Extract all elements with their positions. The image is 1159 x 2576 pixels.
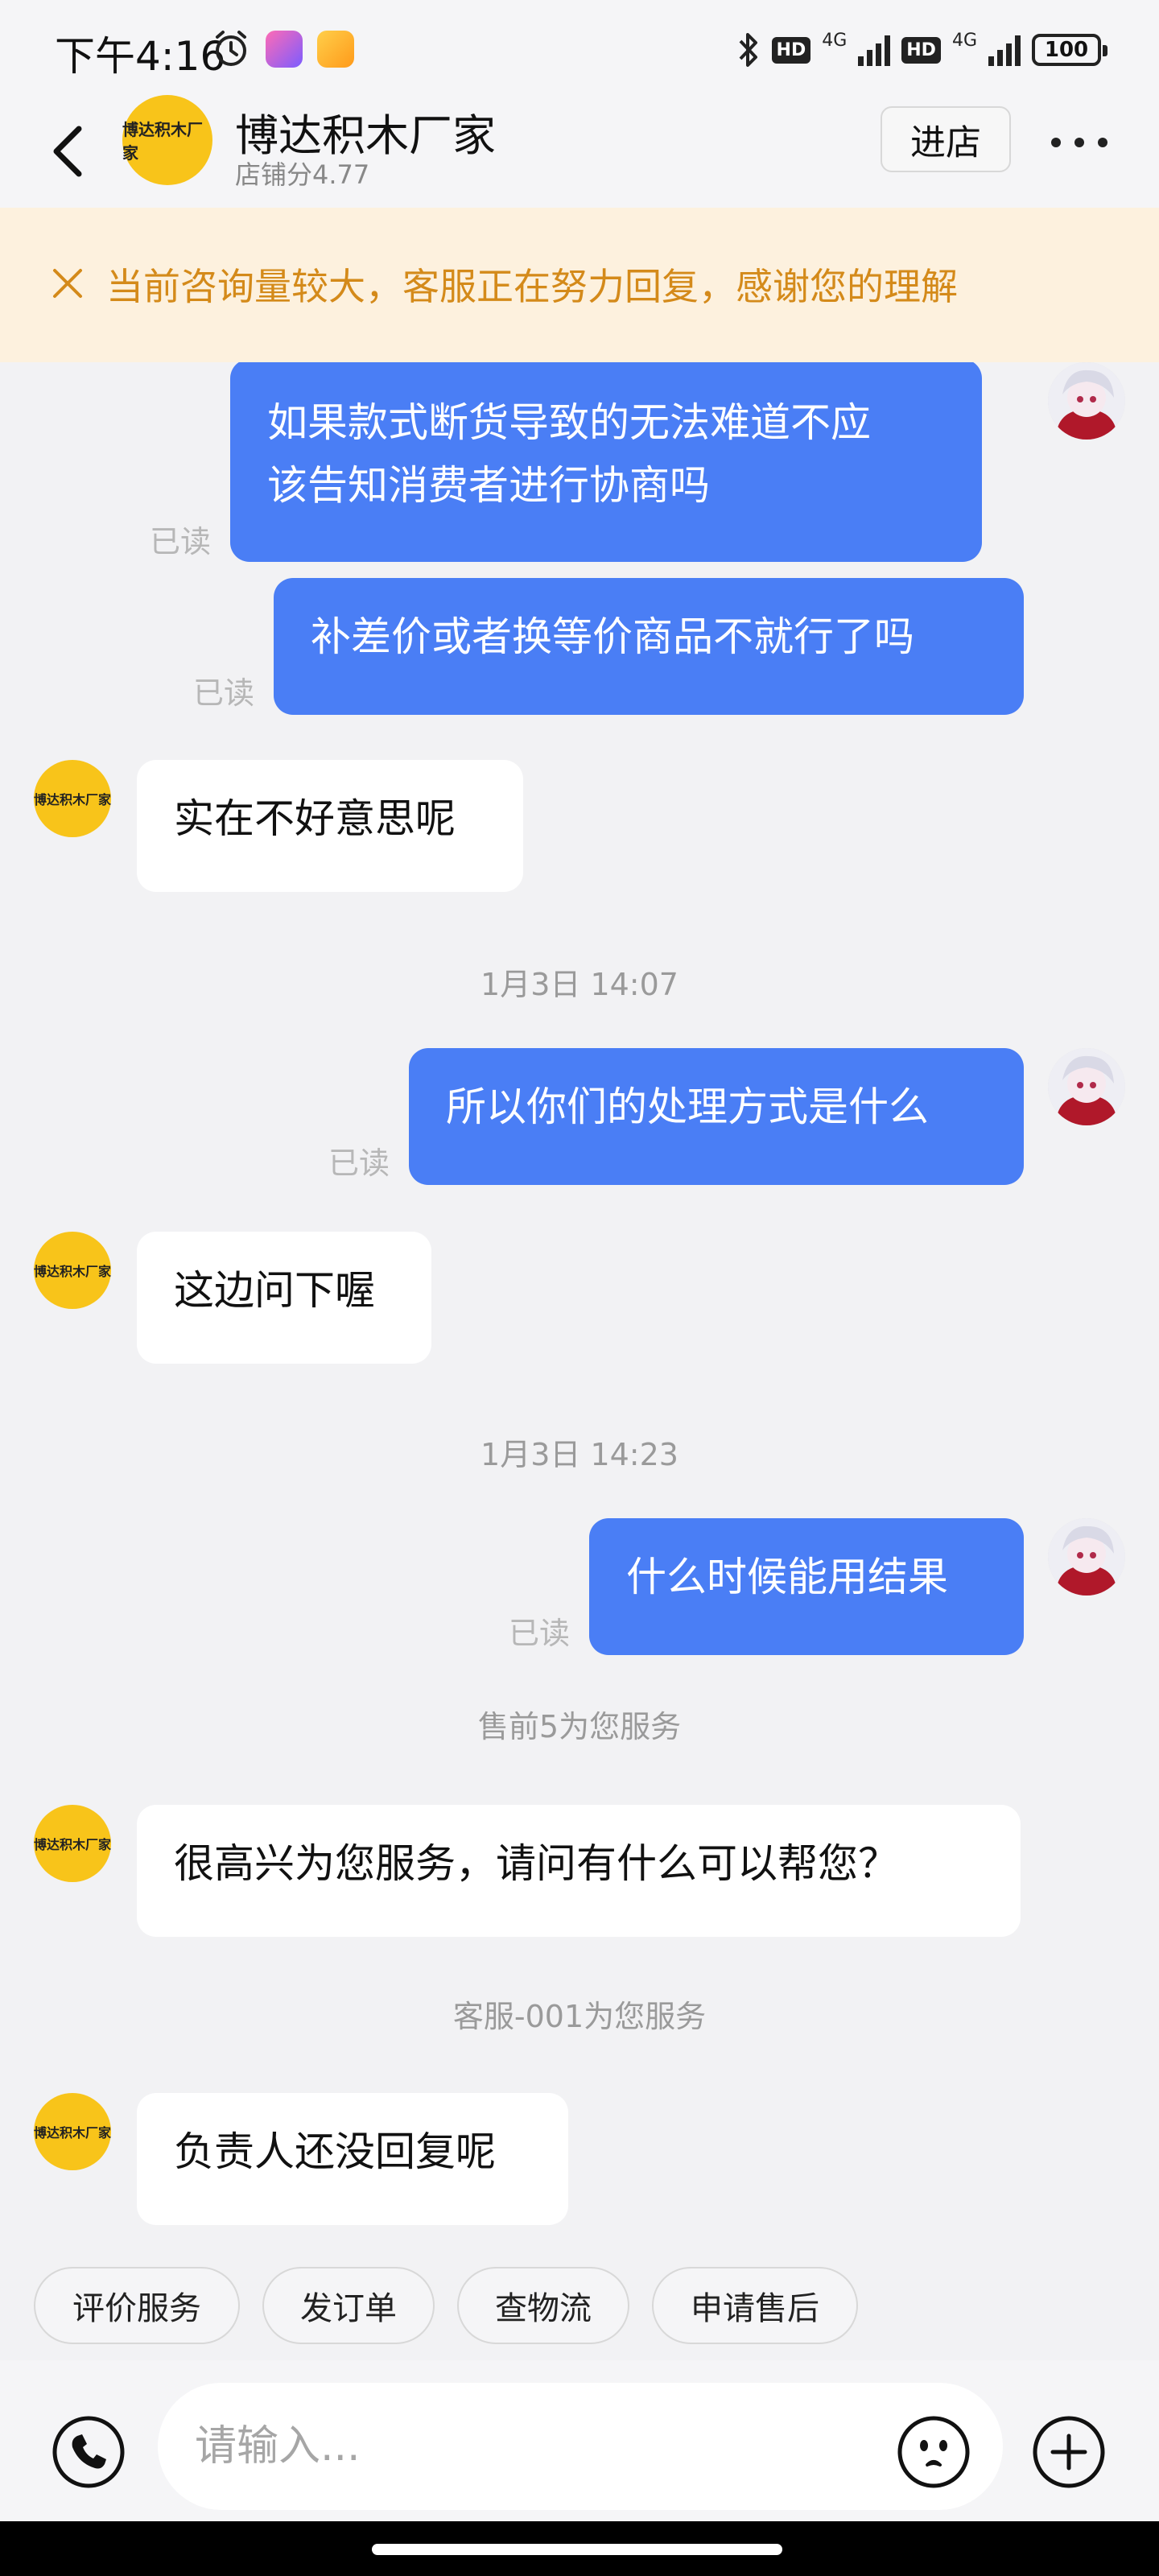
message-input-box[interactable] (158, 2383, 1003, 2510)
bluetooth-icon (739, 33, 757, 67)
message-bubble-outgoing[interactable]: 什么时候能用结果 (589, 1518, 1024, 1655)
user-avatar-image (1048, 1518, 1125, 1596)
time-divider: 1月3日 14:23 (481, 1437, 678, 1472)
back-icon[interactable] (40, 111, 97, 192)
system-nav-bar (0, 2521, 1159, 2576)
notes-app-icon (317, 31, 354, 68)
signal-icon-2 (988, 34, 1021, 66)
user-avatar[interactable] (1048, 362, 1125, 440)
signal-icon (858, 34, 891, 66)
message-list: 如果款式断货导致的无法难道不应 该告知消费者进行协商吗 已读 补差价或者换等价商… (0, 362, 1159, 2267)
message-bubble-incoming[interactable]: 实在不好意思呢 (137, 760, 523, 892)
chat-page: 下午4:16 HD 4G HD 4G 100 博达积木厂家 博达积木厂家 店铺分… (0, 0, 1159, 2576)
phone-icon[interactable] (50, 2413, 127, 2491)
read-status: 已读 (509, 1616, 571, 1651)
status-bar: 下午4:16 HD 4G HD 4G 100 (0, 0, 1159, 98)
message-line: 如果款式断货导致的无法难道不应 (267, 399, 871, 446)
shop-avatar-small[interactable]: 博达积木厂家 (34, 760, 111, 837)
read-status: 已读 (328, 1146, 390, 1181)
shop-score: 店铺分4.77 (235, 159, 370, 190)
service-tip: 售前5为您服务 (477, 1709, 682, 1744)
shop-avatar[interactable]: 博达积木厂家 (122, 95, 212, 185)
enter-shop-button[interactable]: 进店 (881, 106, 1011, 172)
quick-actions: 评价服务 发订单 查物流 申请售后 (0, 2267, 1159, 2360)
time-divider: 1月3日 14:07 (481, 967, 678, 1002)
status-time: 下午4:16 (55, 33, 226, 80)
status-right: HD 4G HD 4G 100 (736, 26, 1107, 74)
message-bubble-incoming[interactable]: 负责人还没回复呢 (137, 2093, 568, 2225)
home-indicator[interactable] (372, 2544, 782, 2555)
alarm-icon (216, 31, 246, 66)
app-notification-icon (266, 31, 303, 68)
message-line: 该告知消费者进行协商吗 (267, 462, 710, 509)
battery-icon: 100 (1032, 34, 1107, 66)
user-avatar-image (1048, 1048, 1125, 1125)
shop-avatar-small[interactable]: 博达积木厂家 (34, 1805, 111, 1882)
input-bar (0, 2360, 1159, 2521)
message-bubble-incoming[interactable]: 很高兴为您服务，请问有什么可以帮您？ (137, 1805, 1021, 1937)
read-status: 已读 (193, 675, 255, 711)
service-tip: 客服-001为您服务 (452, 1999, 707, 2034)
plus-icon[interactable] (1030, 2413, 1107, 2491)
notice-banner: 当前咨询量较大，客服正在努力回复，感谢您的理解 (0, 208, 1159, 362)
chat-header: 博达积木厂家 博达积木厂家 店铺分4.77 进店 (0, 95, 1159, 209)
emoji-icon[interactable] (895, 2413, 972, 2491)
notice-text: 当前咨询量较大，客服正在努力回复，感谢您的理解 (106, 265, 958, 308)
rate-service-button[interactable]: 评价服务 (34, 2267, 240, 2344)
hd-badge-2: HD (901, 36, 941, 64)
read-status: 已读 (150, 524, 212, 559)
message-input[interactable] (195, 2383, 806, 2510)
message-bubble-incoming[interactable]: 这边问下喔 (137, 1232, 431, 1364)
close-icon[interactable] (48, 264, 87, 303)
user-avatar[interactable] (1048, 1048, 1125, 1125)
message-bubble-outgoing[interactable]: 补差价或者换等价商品不就行了吗 (274, 578, 1024, 715)
shop-avatar-small[interactable]: 博达积木厂家 (34, 1232, 111, 1309)
message-bubble-outgoing[interactable]: 所以你们的处理方式是什么 (409, 1048, 1024, 1185)
more-icon[interactable] (1051, 114, 1107, 171)
user-avatar[interactable] (1048, 1518, 1125, 1596)
track-logistics-button[interactable]: 查物流 (457, 2267, 629, 2344)
shop-avatar-small[interactable]: 博达积木厂家 (34, 2093, 111, 2170)
send-order-button[interactable]: 发订单 (262, 2267, 435, 2344)
network-type: 4G (822, 30, 848, 51)
after-sales-button[interactable]: 申请售后 (652, 2267, 858, 2344)
network-type-2: 4G (951, 30, 977, 51)
message-bubble-outgoing[interactable]: 如果款式断货导致的无法难道不应 该告知消费者进行协商吗 (230, 362, 982, 562)
hd-badge: HD (771, 36, 811, 64)
user-avatar-image (1048, 362, 1125, 440)
